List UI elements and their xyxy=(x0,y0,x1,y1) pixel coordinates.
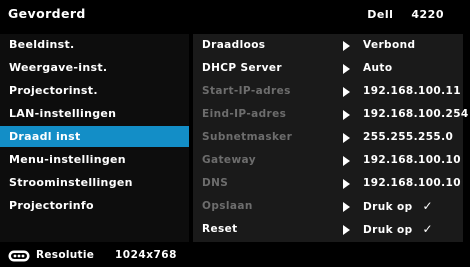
status-bar: Resolutie 1024x768 xyxy=(0,245,470,267)
sidebar-item-projectorinst[interactable]: Projectorinst. xyxy=(0,80,189,101)
arrow-right-icon xyxy=(343,225,350,235)
checkmark-icon: ✓ xyxy=(422,222,434,236)
resolution-value: 1024x768 xyxy=(115,249,177,261)
press-label: Druk op xyxy=(363,224,413,236)
sidebar-item-projectorinfo[interactable]: Projectorinfo xyxy=(0,195,189,216)
setting-row-dhcp-server[interactable]: DHCP Server Auto xyxy=(193,57,463,79)
setting-label: Opslaan xyxy=(202,200,253,212)
setting-label: Reset xyxy=(202,223,238,235)
menu-title: Gevorderd xyxy=(8,6,86,21)
setting-row-dns: DNS 192.168.100.10 xyxy=(193,172,463,194)
setting-label: DNS xyxy=(202,177,229,189)
sidebar-item-stroominstellingen[interactable]: Stroominstellingen xyxy=(0,172,189,193)
osd-header: Gevorderd Dell 4220 xyxy=(0,0,470,30)
setting-row-reset[interactable]: Reset Druk op ✓ xyxy=(193,218,463,240)
setting-value: 192.168.100.10 xyxy=(363,154,461,166)
arrow-right-icon xyxy=(343,64,350,74)
arrow-right-icon xyxy=(343,156,350,166)
setting-value: 192.168.100.11 xyxy=(363,85,461,97)
setting-row-subnetmasker: Subnetmasker 255.255.255.0 xyxy=(193,126,463,148)
setting-row-draadloos[interactable]: Draadloos Verbond xyxy=(193,34,463,56)
setting-value: Druk op ✓ xyxy=(363,195,433,218)
sidebar-menu: Beeldinst. Weergave-inst. Projectorinst.… xyxy=(0,34,189,242)
model-number: 4220 xyxy=(411,8,444,21)
brand-model: Dell 4220 xyxy=(367,8,444,21)
settings-panel: Draadloos Verbond DHCP Server Auto Start… xyxy=(193,34,468,242)
setting-row-gateway: Gateway 192.168.100.10 xyxy=(193,149,463,171)
sidebar-item-menu-instellingen[interactable]: Menu-instellingen xyxy=(0,149,189,170)
setting-label: Gateway xyxy=(202,154,256,166)
setting-label: Subnetmasker xyxy=(202,131,293,143)
arrow-right-icon xyxy=(343,87,350,97)
setting-value: 255.255.255.0 xyxy=(363,131,454,143)
setting-label: Draadloos xyxy=(202,39,266,51)
setting-value: 192.168.100.10 xyxy=(363,177,461,189)
setting-label: Start-IP-adres xyxy=(202,85,291,97)
setting-value: Verbond xyxy=(363,39,416,51)
press-label: Druk op xyxy=(363,201,413,213)
sidebar-item-lan-instellingen[interactable]: LAN-instellingen xyxy=(0,103,189,124)
setting-value: Druk op ✓ xyxy=(363,218,433,241)
sidebar-item-weergave-inst[interactable]: Weergave-inst. xyxy=(0,57,189,78)
sidebar-item-beeldinst[interactable]: Beeldinst. xyxy=(0,34,189,55)
setting-row-opslaan: Opslaan Druk op ✓ xyxy=(193,195,463,217)
setting-label: Eind-IP-adres xyxy=(202,108,287,120)
checkmark-icon: ✓ xyxy=(422,199,434,213)
setting-value: Auto xyxy=(363,62,393,74)
arrow-right-icon xyxy=(343,179,350,189)
setting-row-eind-ip: Eind-IP-adres 192.168.100.254 xyxy=(193,103,468,125)
setting-label: DHCP Server xyxy=(202,62,282,74)
arrow-right-icon xyxy=(343,110,350,120)
setting-row-start-ip: Start-IP-adres 192.168.100.11 xyxy=(193,80,463,102)
arrow-right-icon xyxy=(343,202,350,212)
brand-label: Dell xyxy=(367,8,394,21)
controller-icon xyxy=(8,250,30,262)
sidebar-item-draadl-inst[interactable]: Draadl inst xyxy=(0,126,189,147)
setting-value: 192.168.100.254 xyxy=(363,108,469,120)
arrow-right-icon xyxy=(343,41,350,51)
arrow-right-icon xyxy=(343,133,350,143)
resolution-label: Resolutie xyxy=(36,249,95,261)
